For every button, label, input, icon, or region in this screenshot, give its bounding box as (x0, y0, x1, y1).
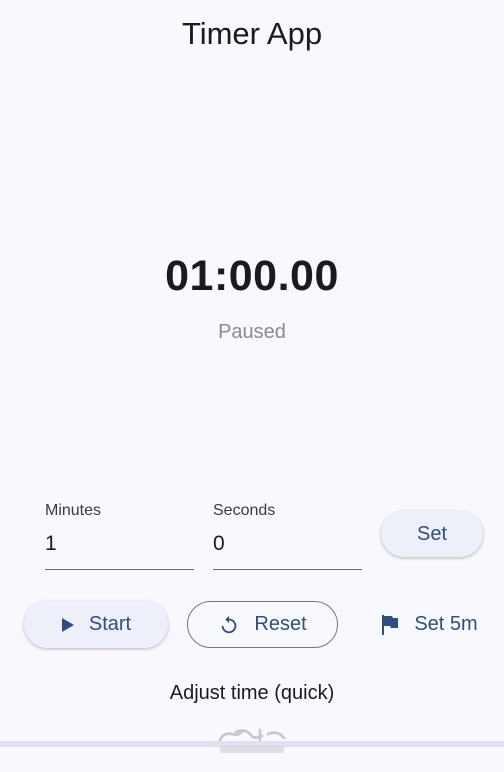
seconds-field[interactable]: Seconds (213, 502, 362, 570)
seconds-label: Seconds (213, 502, 276, 519)
flag-icon (380, 614, 400, 636)
play-icon (61, 617, 75, 633)
minutes-input[interactable] (45, 532, 185, 556)
reset-button-label: Reset (254, 613, 307, 635)
start-button-label: Start (88, 613, 132, 635)
set-5m-button[interactable]: Set 5m (368, 601, 490, 648)
seconds-input[interactable] (213, 532, 353, 556)
timer-display: 01:00.00 (165, 252, 339, 300)
watermark-logo (206, 722, 298, 758)
reset-button[interactable]: Reset (187, 601, 338, 648)
restart-icon (218, 614, 240, 636)
start-button[interactable]: Start (24, 601, 168, 648)
set-button[interactable]: Set (381, 511, 483, 557)
app-title: Timer App (181, 16, 323, 51)
set-5m-button-label: Set 5m (414, 613, 478, 635)
adjust-label: Adjust time (quick) (169, 682, 335, 704)
set-button-label: Set (416, 522, 448, 545)
timer-status: Paused (218, 321, 286, 343)
minutes-field[interactable]: Minutes (45, 502, 194, 570)
minutes-label: Minutes (45, 502, 102, 519)
